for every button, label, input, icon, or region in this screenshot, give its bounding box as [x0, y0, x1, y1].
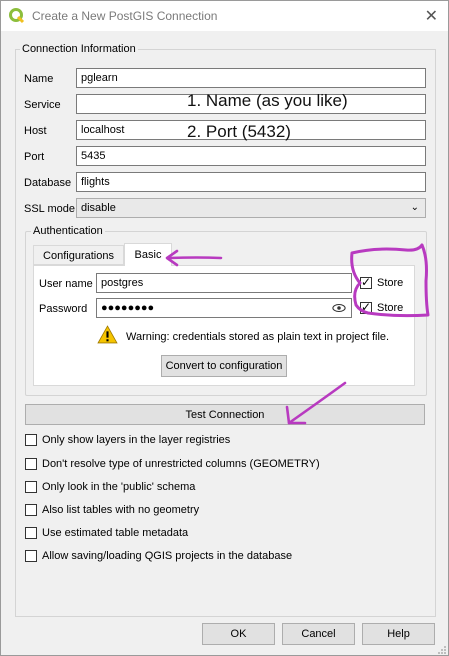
tab-basic-label: Basic: [134, 249, 162, 261]
annotation-note-name: 1. Name (as you like): [187, 91, 348, 110]
ok-button[interactable]: OK: [202, 623, 275, 645]
username-label: User name: [39, 278, 93, 290]
annotation-arrow-test-icon: [285, 381, 347, 425]
annotation-arrow-basic-icon: [165, 249, 223, 267]
convert-button-label: Convert to configuration: [165, 360, 283, 372]
database-input[interactable]: [76, 172, 426, 192]
sslmode-value: disable: [81, 202, 116, 214]
host-label: Host: [24, 125, 47, 137]
connection-info-title: Connection Information: [20, 43, 138, 55]
option-label-public-schema: Only look in the 'public' schema: [42, 481, 196, 493]
annotation-note-port: 2. Port (5432): [187, 122, 291, 141]
help-button[interactable]: Help: [362, 623, 435, 645]
sslmode-select[interactable]: disable ⌄: [76, 198, 426, 218]
option-label-layer-registries: Only show layers in the layer registries: [42, 434, 231, 446]
password-label: Password: [39, 303, 88, 315]
option-checkbox-estimated-metadata[interactable]: [25, 527, 37, 539]
warning-icon: [97, 325, 118, 344]
annotation-store-highlight-icon: [350, 243, 430, 318]
option-label-no-geometry: Also list tables with no geometry: [42, 504, 200, 516]
ok-label: OK: [230, 628, 247, 640]
qgis-logo-icon: [9, 8, 25, 24]
dialog-window: Create a New PostGIS Connection ✕ Connec…: [0, 0, 449, 656]
chevron-down-icon: ⌄: [410, 202, 419, 213]
option-checkbox-layer-registries[interactable]: [25, 434, 37, 446]
test-connection-label: Test Connection: [185, 409, 265, 421]
option-checkbox-qgis-projects[interactable]: [25, 550, 37, 562]
option-checkbox-no-geometry[interactable]: [25, 504, 37, 516]
sslmode-label: SSL mode: [24, 203, 75, 215]
test-connection-button[interactable]: Test Connection: [25, 404, 425, 425]
tab-configurations-label: Configurations: [43, 250, 114, 262]
option-checkbox-dont-resolve-type[interactable]: [25, 458, 37, 470]
option-label-qgis-projects: Allow saving/loading QGIS projects in th…: [42, 550, 293, 562]
warning-text: Warning: credentials stored as plain tex…: [126, 331, 390, 343]
name-label: Name: [24, 73, 54, 85]
port-label: Port: [24, 151, 45, 163]
service-label: Service: [24, 99, 61, 111]
port-input[interactable]: [76, 146, 426, 166]
option-label-estimated-metadata: Use estimated table metadata: [42, 527, 189, 539]
cancel-label: Cancel: [301, 628, 336, 640]
username-input[interactable]: [96, 273, 352, 293]
database-label: Database: [24, 177, 72, 189]
option-label-dont-resolve-type: Don't resolve type of unrestricted colum…: [42, 458, 320, 470]
title-bar: Create a New PostGIS Connection ✕: [1, 1, 448, 31]
name-input[interactable]: [76, 68, 426, 88]
tab-configurations[interactable]: Configurations: [33, 245, 124, 265]
close-icon[interactable]: ✕: [425, 6, 438, 26]
convert-to-configuration-button[interactable]: Convert to configuration: [161, 355, 287, 377]
help-label: Help: [387, 628, 410, 640]
show-password-eye-icon[interactable]: [332, 303, 346, 313]
window-title: Create a New PostGIS Connection: [32, 9, 218, 23]
authentication-title: Authentication: [31, 225, 105, 237]
resize-grip-icon[interactable]: [437, 645, 447, 655]
cancel-button[interactable]: Cancel: [282, 623, 355, 645]
option-checkbox-public-schema[interactable]: [25, 481, 37, 493]
password-input[interactable]: [96, 298, 352, 318]
